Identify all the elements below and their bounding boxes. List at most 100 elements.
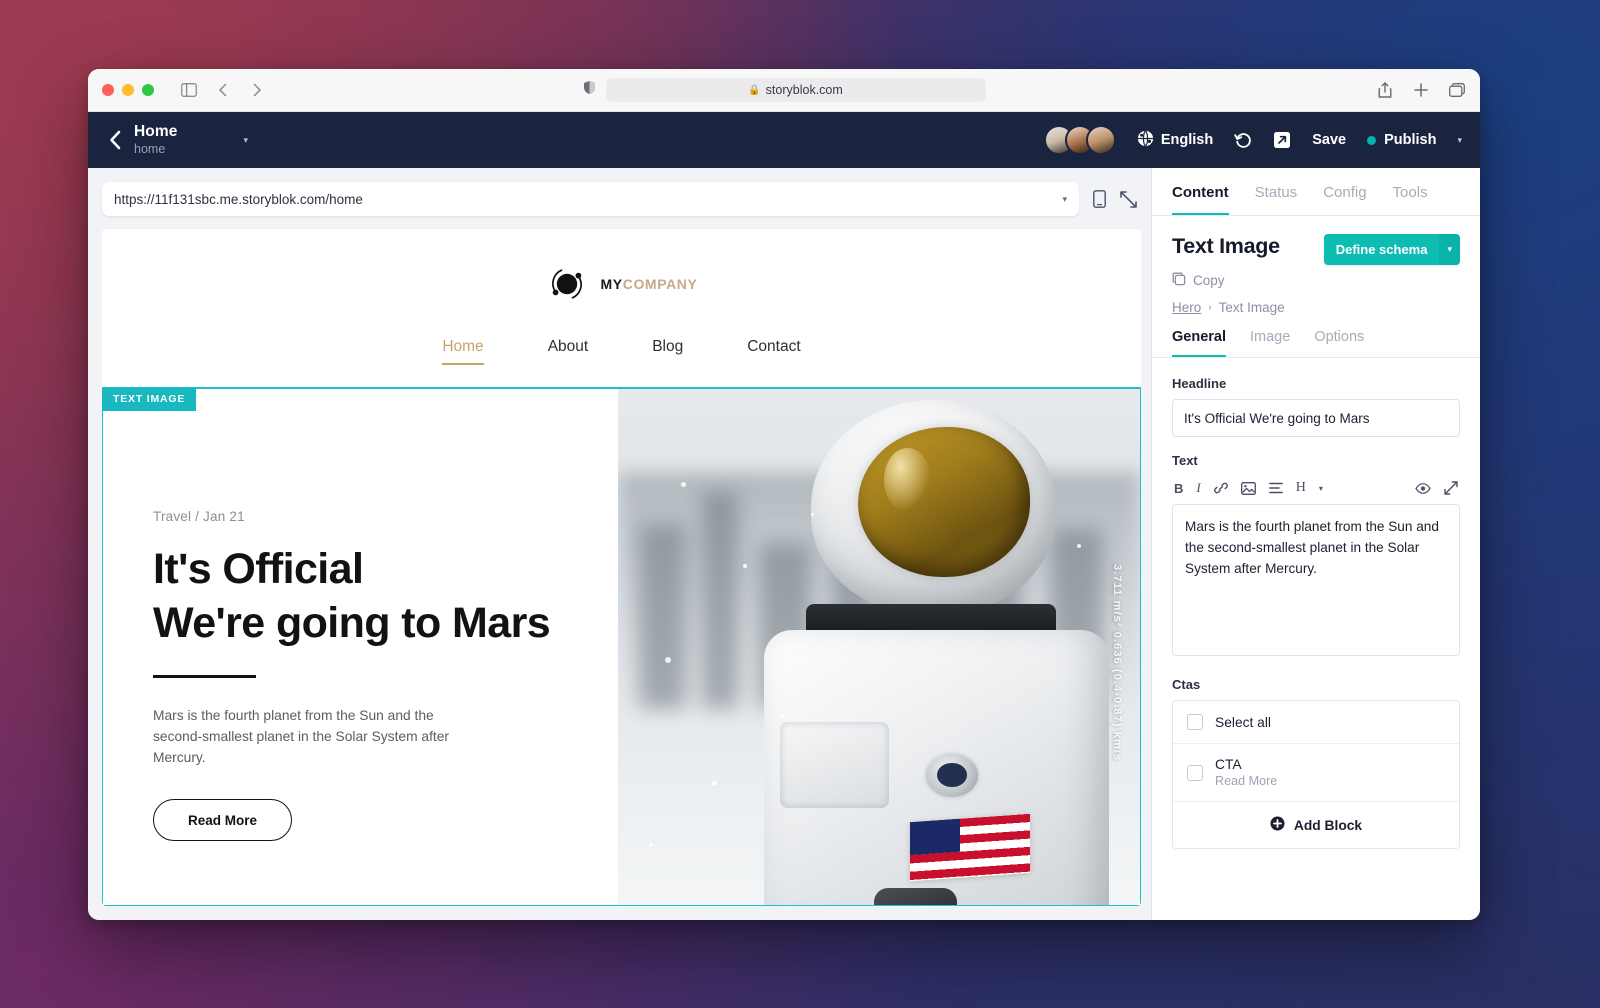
browser-chrome: 🔒 storyblok.com (88, 69, 1480, 112)
tab-content[interactable]: Content (1172, 184, 1229, 215)
story-slug: home (134, 142, 166, 157)
address-bar[interactable]: 🔒 storyblok.com (605, 78, 986, 102)
astronaut-figure (655, 389, 1140, 905)
browser-window: 🔒 storyblok.com Home home ▾ English Save… (88, 69, 1480, 920)
expand-icon[interactable] (1444, 481, 1458, 495)
minimize-window-button[interactable] (122, 84, 134, 96)
site-logo[interactable]: MYCOMPANY (102, 263, 1141, 305)
italic-icon[interactable]: I (1196, 480, 1200, 496)
plus-icon[interactable] (1412, 81, 1430, 99)
chevron-down-icon[interactable]: ▾ (1439, 234, 1460, 265)
define-schema-button[interactable]: Define schema ▾ (1323, 234, 1460, 265)
preview-column: https://11f131sbc.me.storyblok.com/home … (88, 168, 1151, 920)
hero-text-image-block[interactable]: TEXT IMAGE Travel / Jan 21 It's Official… (102, 387, 1141, 906)
privacy-shield-icon[interactable] (583, 80, 596, 100)
brand-second: COMPANY (622, 276, 698, 292)
headline-input[interactable] (1172, 399, 1460, 437)
nav-item-about[interactable]: About (548, 338, 589, 365)
tab-tools[interactable]: Tools (1393, 184, 1428, 215)
save-button[interactable]: Save (1312, 132, 1346, 148)
chevron-left-icon[interactable] (102, 130, 128, 150)
story-title: Home (134, 123, 178, 141)
window-traffic-lights[interactable] (102, 84, 154, 96)
fullscreen-icon[interactable] (1120, 190, 1137, 208)
avatar[interactable] (1085, 125, 1116, 155)
breadcrumb: Hero › Text Image (1172, 300, 1460, 315)
preview-url-bar[interactable]: https://11f131sbc.me.storyblok.com/home … (102, 182, 1079, 216)
open-external-icon[interactable] (1273, 131, 1291, 149)
nav-item-blog[interactable]: Blog (652, 338, 683, 365)
bold-icon[interactable]: B (1174, 481, 1183, 496)
cta-text-group: CTA Read More (1215, 757, 1277, 788)
tab-image[interactable]: Image (1250, 329, 1290, 357)
text-rich-editor[interactable] (1172, 504, 1460, 656)
select-all-checkbox[interactable] (1187, 714, 1203, 730)
tabs-overview-icon[interactable] (1448, 81, 1466, 99)
heading-icon[interactable]: H (1296, 480, 1306, 496)
field-list: Headline Text B I (1152, 358, 1480, 865)
language-selector[interactable]: English (1137, 129, 1214, 151)
eye-icon[interactable] (1415, 482, 1431, 494)
suit-glove (873, 888, 958, 905)
headline-field: Headline (1172, 376, 1460, 437)
share-icon[interactable] (1376, 81, 1394, 99)
sidebar-toggle-icon[interactable] (180, 81, 198, 99)
site-navigation: Home About Blog Contact (102, 338, 1141, 365)
copy-icon (1172, 272, 1186, 289)
link-icon[interactable] (1213, 481, 1228, 495)
nav-item-contact[interactable]: Contact (747, 338, 800, 365)
tab-config[interactable]: Config (1323, 184, 1366, 215)
copy-button[interactable]: Copy (1172, 272, 1460, 289)
hero-title: It's Official We're going to Mars (153, 542, 618, 650)
image-icon[interactable] (1240, 481, 1256, 495)
site-header: MYCOMPANY Home About Blog Contact (102, 229, 1141, 365)
preview-url-caret[interactable]: ▾ (1062, 194, 1067, 205)
site-preview-frame: MYCOMPANY Home About Blog Contact TEXT I… (102, 229, 1141, 906)
visor-shape (858, 426, 1031, 577)
publish-dropdown-caret[interactable]: ▾ (1457, 135, 1462, 146)
story-dropdown-caret[interactable]: ▾ (243, 135, 248, 146)
chevron-down-icon[interactable]: ▾ (1319, 484, 1323, 493)
back-arrow-icon[interactable] (214, 81, 232, 99)
preview-url-text: https://11f131sbc.me.storyblok.com/home (114, 191, 363, 207)
hero-divider (153, 675, 256, 679)
hero-read-more-button[interactable]: Read More (153, 799, 293, 842)
publish-button[interactable]: Publish (1367, 132, 1436, 148)
select-all-row[interactable]: Select all (1173, 701, 1459, 744)
usa-flag-patch (910, 814, 1031, 882)
history-undo-icon[interactable] (1234, 131, 1252, 149)
mobile-device-icon[interactable] (1093, 190, 1106, 208)
story-meta: Home home (134, 123, 177, 156)
text-field: Text B I H ▾ (1172, 453, 1460, 661)
cta-title: CTA (1215, 757, 1242, 772)
collaborator-avatars[interactable] (1043, 125, 1116, 155)
select-all-label: Select all (1215, 714, 1271, 730)
brand-wordmark: MYCOMPANY (601, 276, 698, 292)
list-item[interactable]: CTA Read More (1173, 744, 1459, 802)
mission-patch (925, 753, 979, 797)
nav-item-home[interactable]: Home (442, 338, 484, 365)
breadcrumb-parent[interactable]: Hero (1172, 300, 1201, 315)
close-window-button[interactable] (102, 84, 114, 96)
publish-label: Publish (1384, 132, 1437, 148)
forward-arrow-icon[interactable] (248, 81, 266, 99)
maximize-window-button[interactable] (142, 84, 154, 96)
tab-options[interactable]: Options (1314, 329, 1364, 357)
tab-status[interactable]: Status (1255, 184, 1298, 215)
hero-astronaut-image: 3.711 m/s² 0.636 (0.4-0.87) km/s (618, 389, 1140, 905)
cta-checkbox[interactable] (1187, 764, 1203, 781)
language-label: English (1160, 132, 1214, 148)
add-block-button[interactable]: Add Block (1173, 802, 1459, 848)
list-icon[interactable] (1268, 482, 1283, 494)
define-schema-label: Define schema (1323, 234, 1440, 265)
panel-tabs: Content Status Config Tools (1152, 168, 1480, 215)
lock-icon: 🔒 (748, 84, 761, 96)
hero-title-line2: We're going to Mars (153, 599, 551, 648)
tab-general[interactable]: General (1172, 329, 1226, 357)
block-type-badge: TEXT IMAGE (102, 388, 197, 411)
editor-body: https://11f131sbc.me.storyblok.com/home … (88, 168, 1480, 920)
ctas-block-list: Select all CTA Read More Add Block (1172, 700, 1460, 849)
ctas-field: Ctas Select all CTA Read More Add Block (1172, 677, 1460, 849)
panel-header: Text Image Define schema ▾ Copy Hero › T… (1152, 216, 1480, 315)
hero-content: Travel / Jan 21 It's Official We're goin… (103, 389, 618, 905)
